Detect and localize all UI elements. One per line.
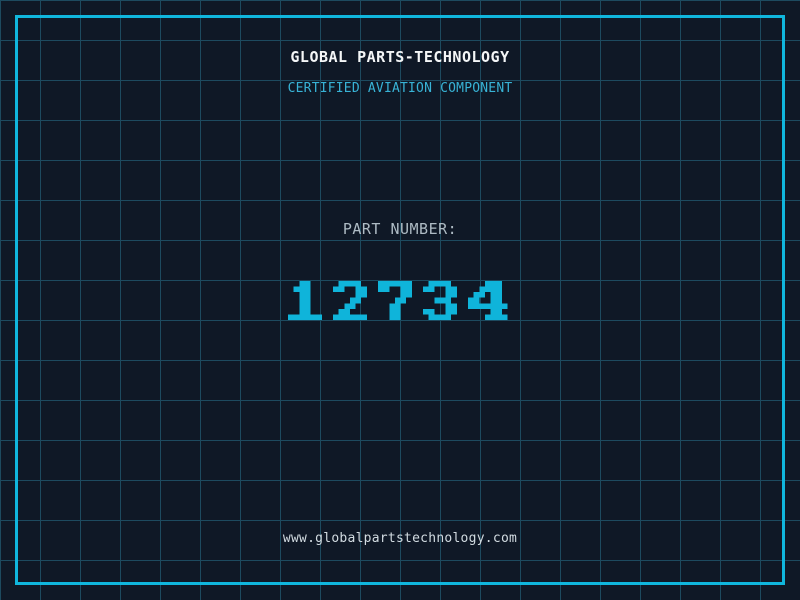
page-title: GLOBAL PARTS-TECHNOLOGY (0, 50, 800, 65)
page-subtitle: CERTIFIED AVIATION COMPONENT (0, 82, 800, 95)
part-number-digit (288, 275, 333, 326)
part-number-label: PART NUMBER: (0, 222, 800, 237)
part-number-digit (378, 275, 423, 326)
part-number-value: 12734 (0, 275, 800, 326)
blueprint-page: { "page": { "header": { "title": "GLOBAL… (0, 0, 800, 600)
part-number-digit (333, 275, 378, 326)
part-number-digit (468, 275, 513, 326)
part-number-digit (423, 275, 468, 326)
footer-website: www.globalpartstechnology.com (0, 532, 800, 545)
